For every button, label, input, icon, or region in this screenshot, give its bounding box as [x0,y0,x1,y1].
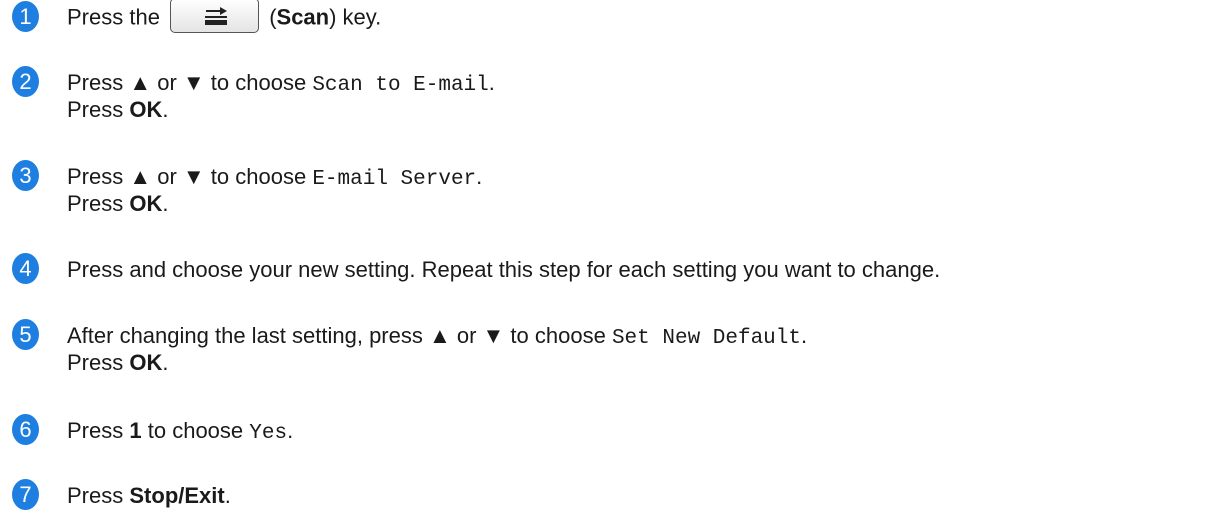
step-text: After changing the last setting, press ▲… [67,323,606,348]
step-text: Press the [67,4,160,30]
menu-item-name: E-mail Server [312,168,477,191]
step-1-text: Press the (Scan) key. [67,0,382,33]
step-3-line-1: Press ▲ or ▼ to choose E-mail Server. [67,164,482,193]
key-name: OK [129,350,163,375]
step-number-badge: 5 [12,319,39,350]
step-text: ) key. [329,4,382,30]
step-5-line-2: Press OK. [67,350,169,376]
menu-item-name: Yes [249,422,288,445]
step-4-text: Press and choose your new setting. Repea… [67,257,941,282]
step-text: Press ▲ or ▼ to choose [67,70,307,95]
step-number-badge: 1 [12,1,39,32]
step-number-badge: 7 [12,479,39,510]
step-5-line-1: After changing the last setting, press ▲… [67,323,807,352]
key-name: OK [129,97,163,122]
menu-item-name: Scan to E-mail [312,74,489,97]
step-number-badge: 2 [12,66,39,97]
key-name: 1 [129,418,142,443]
menu-item-name: Set New Default [611,327,801,350]
step-2-line-1: Press ▲ or ▼ to choose Scan to E-mail. [67,70,495,99]
step-text: to choose [147,418,244,443]
step-3-line-2: Press OK. [67,191,169,217]
step-text: Press [67,483,124,508]
step-text: Press ▲ or ▼ to choose [67,164,307,189]
step-text: Press [67,418,124,443]
key-name: Stop/Exit [129,483,225,508]
period: . [162,97,169,122]
step-text: Press [67,350,124,375]
period: . [287,418,294,443]
period: . [224,483,231,508]
paren: ( [269,4,277,30]
period: . [488,70,495,95]
period: . [162,350,169,375]
scan-icon [205,7,228,25]
step-7-text: Press Stop/Exit. [67,483,231,509]
step-number-badge: 6 [12,414,39,445]
step-6-text: Press 1 to choose Yes. [67,418,293,447]
step-text: Press [67,191,124,216]
step-number-badge: 3 [12,160,39,191]
scan-key-label: Scan [276,4,330,30]
period: . [162,191,169,216]
scan-key-button [170,0,260,33]
step-number-badge: 4 [12,253,39,284]
step-2-line-2: Press OK. [67,97,169,123]
step-text: Press [67,97,124,122]
period: . [476,164,483,189]
key-name: OK [129,191,163,216]
period: . [800,323,808,348]
